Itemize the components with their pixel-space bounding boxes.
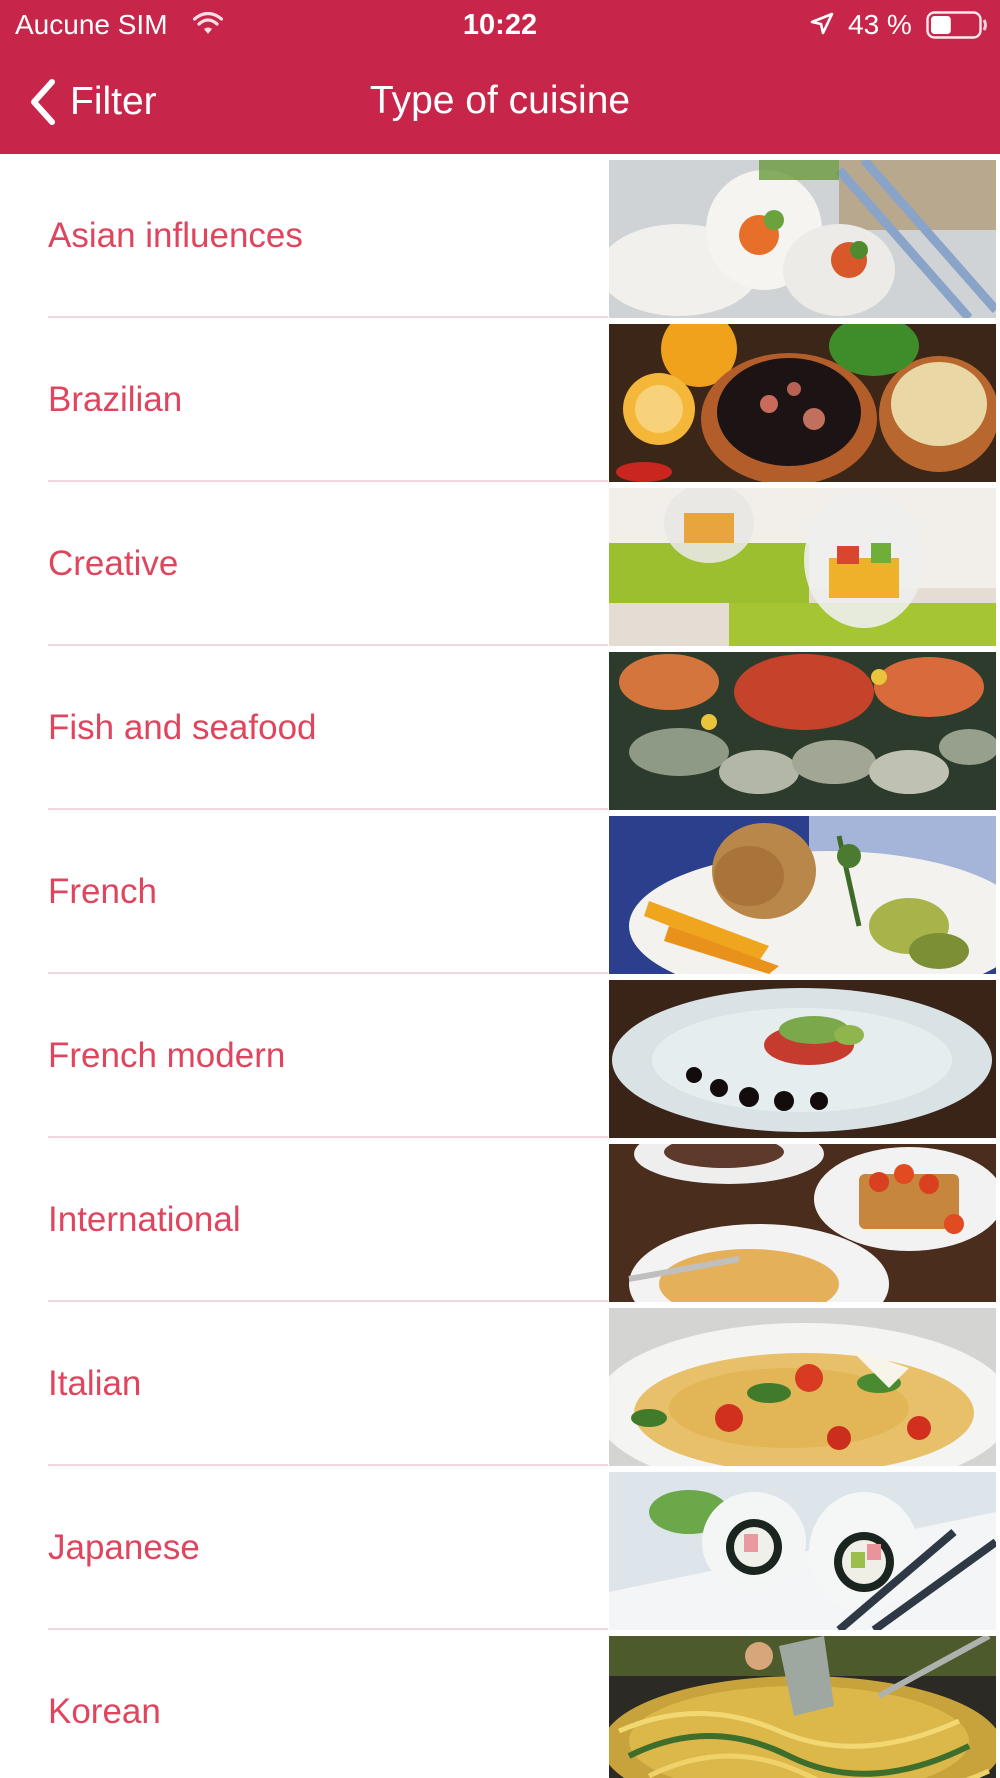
grilled-noodles-photo bbox=[609, 1636, 996, 1778]
navigation-header: Aucune SIM 10:22 43 % Filter Type of cui… bbox=[0, 0, 1000, 154]
cuisine-label: Brazilian bbox=[48, 380, 183, 419]
cuisine-list: Asian influences Brazilian Creative Fish… bbox=[0, 154, 1000, 1778]
cuisine-label: Fish and seafood bbox=[48, 708, 317, 747]
cuisine-label: Creative bbox=[48, 544, 179, 583]
cuisine-row-french[interactable]: French bbox=[0, 810, 1000, 974]
spaghetti-photo bbox=[609, 1308, 996, 1466]
feijoada-photo bbox=[609, 324, 996, 482]
cuisine-row-creative[interactable]: Creative bbox=[0, 482, 1000, 646]
plated-dish-photo bbox=[609, 980, 996, 1138]
battery-percentage: 43 % bbox=[848, 9, 912, 40]
cuisine-row-korean[interactable]: Korean bbox=[0, 1630, 1000, 1778]
page-title: Type of cuisine bbox=[369, 79, 631, 122]
cuisine-label: French modern bbox=[48, 1036, 286, 1075]
cuisine-row-international[interactable]: International bbox=[0, 1138, 1000, 1302]
cuisine-label: Korean bbox=[48, 1692, 161, 1731]
cuisine-label: Asian influences bbox=[48, 216, 303, 255]
cuisine-label: International bbox=[48, 1200, 241, 1239]
cuisine-row-asian-influences[interactable]: Asian influences bbox=[0, 154, 1000, 318]
cuisine-row-brazilian[interactable]: Brazilian bbox=[0, 318, 1000, 482]
verrine-photo bbox=[609, 488, 996, 646]
status-bar: Aucune SIM 10:22 43 % bbox=[0, 0, 1000, 50]
seafood-platter-photo bbox=[609, 652, 996, 810]
cuisine-row-fish-and-seafood[interactable]: Fish and seafood bbox=[0, 646, 1000, 810]
cuisine-row-french-modern[interactable]: French modern bbox=[0, 974, 1000, 1138]
steak-bruschetta-pasta-photo bbox=[609, 1144, 996, 1302]
cuisine-label: French bbox=[48, 872, 157, 911]
sushi-rolls-photo bbox=[609, 1472, 996, 1630]
cuisine-row-italian[interactable]: Italian bbox=[0, 1302, 1000, 1466]
cuisine-row-japanese[interactable]: Japanese bbox=[0, 1466, 1000, 1630]
cuisine-label: Japanese bbox=[48, 1528, 200, 1567]
spring-rolls-photo bbox=[609, 160, 996, 318]
cuisine-type-screen: Aucune SIM 10:22 43 % Filter Type of cui… bbox=[0, 0, 1000, 1778]
cuisine-label: Italian bbox=[48, 1364, 142, 1403]
lamb-shank-photo bbox=[609, 816, 996, 974]
location-arrow-icon bbox=[810, 12, 834, 35]
battery-icon bbox=[926, 11, 987, 39]
